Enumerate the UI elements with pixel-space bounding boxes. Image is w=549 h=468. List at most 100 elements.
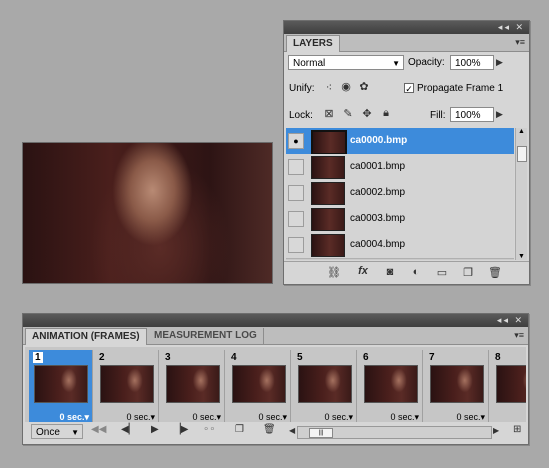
propagate-frame-checkbox[interactable]: ✓ — [404, 83, 414, 94]
layer-name: ca0000.bmp — [350, 135, 408, 146]
animation-frame[interactable]: 8 — [491, 350, 526, 428]
layer-row[interactable]: ca0001.bmp — [286, 154, 514, 181]
layer-style-fx-icon[interactable]: fx — [354, 265, 372, 277]
layer-thumbnail — [311, 130, 347, 155]
collapse-close-icon[interactable]: ◂◂ ✕ — [498, 22, 525, 33]
layer-thumbnail — [311, 208, 345, 231]
frames-hscrollbar[interactable]: ||| — [297, 426, 492, 439]
first-frame-icon[interactable]: ◀◀ — [91, 424, 106, 435]
lock-image-brush-icon[interactable]: ✎ — [341, 107, 355, 120]
unify-position-icon[interactable]: ⁖ — [322, 81, 336, 94]
fill-dropdown-icon[interactable]: ▶ — [496, 109, 503, 120]
frame-delay-value: 0 sec. — [126, 412, 151, 422]
layer-name: ca0003.bmp — [350, 213, 406, 224]
new-group-folder-icon[interactable]: ▭ — [434, 266, 450, 279]
trash-delete-icon[interactable]: 🗑︎ — [263, 424, 276, 435]
animation-panel: ◂◂ ✕ ANIMATION (FRAMES) MEASUREMENT LOG … — [22, 313, 529, 445]
scroll-right-icon[interactable]: ▶ — [493, 426, 499, 435]
tween-icon[interactable]: ∘∘ — [203, 424, 216, 435]
frame-delay-value: 0 sec. — [390, 412, 415, 422]
tab-animation-frames[interactable]: ANIMATION (FRAMES) — [25, 328, 147, 345]
frame-delay-value: 0 sec. — [258, 412, 283, 422]
layer-row[interactable]: ca0003.bmp — [286, 206, 514, 233]
next-frame-icon[interactable]: ▕▶ — [173, 424, 188, 435]
convert-timeline-icon[interactable]: ⊞ — [513, 424, 521, 435]
frame-thumbnail — [430, 365, 484, 403]
layer-mask-icon[interactable]: ◙ — [382, 266, 398, 278]
opacity-value: 100% — [455, 58, 481, 69]
lock-all-icon[interactable]: 🔒︎ — [379, 107, 393, 120]
scroll-up-icon[interactable]: ▲ — [516, 128, 527, 135]
layer-row[interactable]: ca0002.bmp — [286, 180, 514, 207]
opacity-dropdown-icon[interactable]: ▶ — [496, 57, 503, 68]
scroll-down-icon[interactable]: ▼ — [516, 253, 527, 260]
scroll-thumb[interactable] — [517, 146, 527, 162]
opacity-label: Opacity: — [408, 57, 445, 68]
fill-label: Fill: — [430, 110, 446, 121]
eye-visibility-toggle[interactable] — [288, 211, 304, 227]
panel-titlebar[interactable]: ◂◂ ✕ — [23, 314, 528, 327]
new-layer-icon[interactable]: ❐ — [460, 266, 476, 279]
play-icon[interactable]: ▶ — [151, 424, 159, 435]
previous-frame-icon[interactable]: ◀▏ — [121, 424, 136, 435]
frame-thumbnail — [364, 365, 418, 403]
eye-visibility-toggle[interactable] — [288, 185, 304, 201]
panel-titlebar[interactable]: ◂◂ ✕ — [284, 21, 529, 34]
panel-menu-icon[interactable]: ▾≡ — [515, 37, 525, 48]
layer-name: ca0001.bmp — [350, 161, 406, 172]
animation-controls: Once ▼ ◀◀ ◀▏ ▶ ▕▶ ∘∘ ❐ 🗑︎ ◀ ||| ▶ ⊞ — [25, 422, 526, 442]
trash-delete-icon[interactable]: 🗑︎ — [487, 266, 503, 279]
animation-frame[interactable]: 7 0 sec.▾ — [425, 350, 489, 428]
blend-mode-select[interactable]: Normal ▼ — [288, 55, 404, 70]
animation-frame[interactable]: 5 0 sec.▾ — [293, 350, 357, 428]
frame-thumbnail — [34, 365, 88, 403]
frame-number: 5 — [297, 352, 303, 363]
unify-label: Unify: — [289, 83, 315, 94]
frames-strip: 1 0 sec.▾ 2 0 sec.▾ 3 0 sec.▾ 4 0 sec.▾ … — [25, 347, 526, 431]
canvas-image — [22, 142, 273, 284]
animation-frame[interactable]: 6 0 sec.▾ — [359, 350, 423, 428]
frame-delay-value: 0 sec. — [324, 412, 349, 422]
collapse-close-icon[interactable]: ◂◂ ✕ — [497, 315, 524, 326]
opacity-field[interactable]: 100% — [450, 55, 494, 70]
frame-thumbnail — [100, 365, 154, 403]
animation-frame[interactable]: 2 0 sec.▾ — [95, 350, 159, 428]
blend-mode-value: Normal — [293, 58, 326, 69]
lock-position-move-icon[interactable]: ✥ — [360, 107, 374, 120]
lock-label: Lock: — [289, 110, 313, 121]
layer-row[interactable]: ca0004.bmp — [286, 232, 514, 259]
lock-transparent-icon[interactable]: ⊠ — [322, 107, 336, 120]
frame-thumbnail — [232, 365, 286, 403]
unify-style-icon[interactable]: ✿ — [357, 80, 371, 93]
chevron-down-icon: ▼ — [71, 428, 79, 437]
animation-frame[interactable]: 4 0 sec.▾ — [227, 350, 291, 428]
scroll-thumb[interactable]: ||| — [309, 428, 333, 438]
fill-field[interactable]: 100% — [450, 107, 494, 122]
duplicate-frame-icon[interactable]: ❐ — [235, 424, 244, 435]
unify-visibility-icon[interactable]: ◉ — [339, 80, 353, 93]
tab-layers[interactable]: LAYERS — [286, 35, 340, 52]
link-layers-icon[interactable]: ⛓ — [326, 266, 342, 279]
layers-tabrow: LAYERS ▾≡ — [284, 34, 529, 52]
scroll-left-icon[interactable]: ◀ — [289, 426, 295, 435]
layers-scrollbar[interactable]: ▲ ▼ — [515, 128, 527, 260]
layer-row[interactable]: ● ca0000.bmp — [286, 128, 514, 155]
propagate-frame-label: Propagate Frame 1 — [417, 83, 504, 94]
animation-frame[interactable]: 1 0 sec.▾ — [29, 350, 93, 428]
eye-visibility-icon[interactable]: ● — [288, 133, 304, 149]
adjustment-layer-icon[interactable]: ◐ — [408, 266, 424, 278]
frame-number: 8 — [495, 352, 501, 363]
eye-visibility-toggle[interactable] — [288, 237, 304, 253]
eye-visibility-toggle[interactable] — [288, 159, 304, 175]
chevron-down-icon: ▼ — [392, 59, 400, 68]
loop-select[interactable]: Once ▼ — [31, 424, 83, 439]
loop-value: Once — [36, 427, 60, 438]
layer-thumbnail — [311, 182, 345, 205]
frame-number: 3 — [165, 352, 171, 363]
frame-delay-value: 0 sec. — [192, 412, 217, 422]
animation-frame[interactable]: 3 0 sec.▾ — [161, 350, 225, 428]
frame-number: 6 — [363, 352, 369, 363]
tab-measurement-log[interactable]: MEASUREMENT LOG — [148, 328, 264, 344]
panel-menu-icon[interactable]: ▾≡ — [514, 330, 524, 341]
frame-thumbnail — [298, 365, 352, 403]
